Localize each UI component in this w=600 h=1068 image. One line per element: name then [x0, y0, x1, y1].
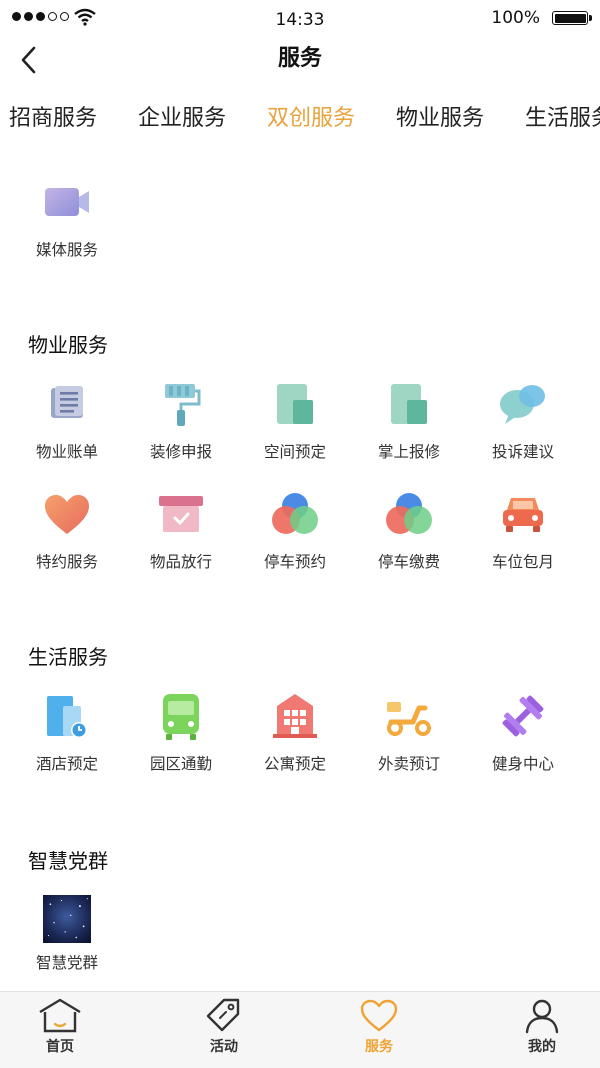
service-repair[interactable]: 掌上报修 [354, 380, 464, 462]
bus-icon [163, 694, 199, 740]
section-title-property: 物业服务 [28, 333, 108, 357]
service-space-booking[interactable]: 空间预定 [240, 380, 350, 462]
bottom-tab-bar: 首页 活动 服务 我的 [0, 991, 600, 1068]
status-bar: 14:33 100% [0, 0, 600, 36]
service-renovation[interactable]: 装修申报 [126, 380, 236, 462]
service-item-release[interactable]: 物品放行 [126, 490, 236, 572]
tab-qiye[interactable]: 企业服务 [138, 100, 226, 132]
service-commute[interactable]: 园区通勤 [126, 692, 236, 774]
service-property-bill[interactable]: 物业账单 [12, 380, 122, 462]
home-icon [39, 998, 81, 1033]
tab-shenghuo[interactable]: 生活服务 [525, 100, 600, 132]
paint-roller-icon [165, 384, 201, 426]
color-circles-icon [272, 493, 318, 534]
color-circles-icon [386, 493, 432, 534]
heart-icon [45, 495, 89, 534]
hotel-clock-icon [47, 696, 87, 738]
tab-wuye[interactable]: 物业服务 [396, 100, 484, 132]
service-parking-payment[interactable]: 停车缴费 [354, 490, 464, 572]
service-complaint[interactable]: 投诉建议 [468, 380, 578, 462]
tab-bar-service[interactable]: 服务 [319, 998, 439, 1056]
service-takeout[interactable]: 外卖预订 [354, 692, 464, 774]
box-check-icon [159, 496, 203, 532]
space-door-icon [277, 384, 313, 424]
service-gym[interactable]: 健身中心 [468, 692, 578, 774]
battery-percent: 100% [491, 8, 540, 28]
section-title-life: 生活服务 [28, 645, 108, 669]
service-apartment[interactable]: 公寓预定 [240, 692, 350, 774]
battery-icon [552, 11, 588, 25]
car-icon [503, 498, 543, 532]
service-smart-party[interactable]: 智慧党群 [12, 895, 122, 973]
nav-bar: 服务 [0, 36, 600, 88]
dumbbell-icon [502, 695, 544, 737]
tab-shuangchuang[interactable]: 双创服务 [267, 100, 355, 132]
service-media[interactable]: 媒体服务 [12, 178, 122, 260]
starfield-image [43, 895, 91, 943]
tab-bar-home[interactable]: 首页 [0, 998, 120, 1056]
service-parking-booking[interactable]: 停车预约 [240, 490, 350, 572]
service-hotel[interactable]: 酒店预定 [12, 692, 122, 774]
tab-zhaoshang[interactable]: 招商服务 [9, 100, 97, 132]
heart-outline-icon [360, 999, 398, 1032]
service-special[interactable]: 特约服务 [12, 490, 122, 572]
category-tabs: 招商服务 企业服务 双创服务 物业服务 生活服务 [0, 100, 600, 140]
document-list-icon [51, 386, 83, 418]
section-title-party: 智慧党群 [28, 849, 108, 873]
tag-icon [206, 998, 240, 1032]
video-camera-icon [45, 188, 89, 216]
tab-bar-mine[interactable]: 我的 [482, 998, 600, 1056]
repair-panel-icon [391, 384, 427, 424]
service-monthly-parking[interactable]: 车位包月 [468, 490, 578, 572]
apartment-building-icon [273, 694, 317, 738]
scooter-icon [387, 702, 431, 736]
chat-bubble-icon [500, 385, 545, 424]
person-icon [525, 999, 559, 1034]
page-title: 服务 [277, 46, 322, 71]
tab-bar-activity[interactable]: 活动 [164, 998, 284, 1056]
